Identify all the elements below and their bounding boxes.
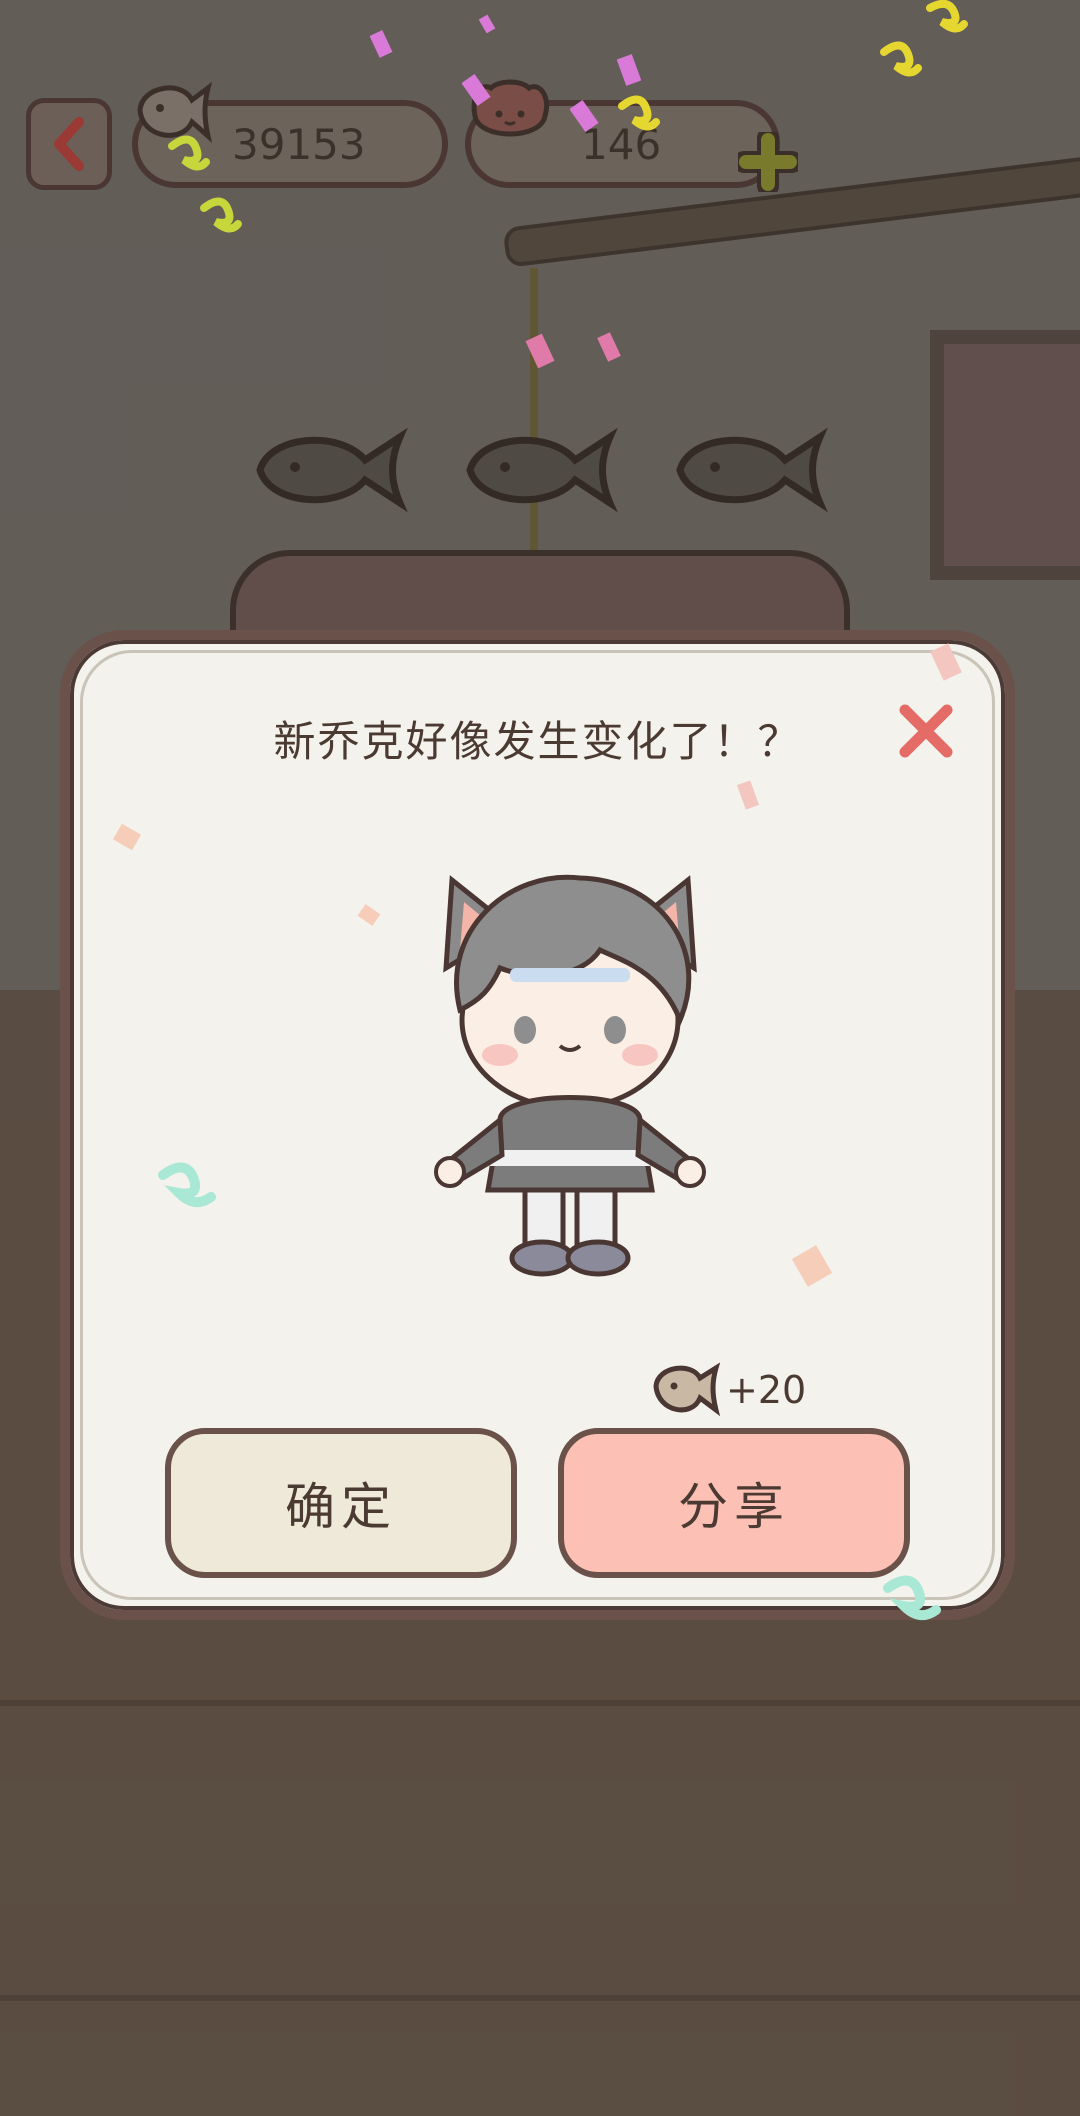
confetti-streamer: [618, 95, 660, 131]
back-button[interactable]: [26, 98, 112, 190]
confetti-streamer: [168, 135, 210, 171]
confetti-piece: [791, 1245, 833, 1287]
confetti-streamer: [926, 0, 968, 33]
confetti-piece: [112, 823, 142, 851]
confetti-streamer: [158, 1162, 216, 1208]
confirm-button[interactable]: 确定: [165, 1428, 517, 1578]
confetti-piece: [597, 332, 621, 362]
confetti-piece: [357, 904, 381, 926]
fish-reward-icon: [653, 1362, 720, 1417]
confetti-piece: [525, 333, 555, 369]
reward-amount: +20: [726, 1368, 807, 1412]
transformation-dialog: 新乔克好像发生变化了！？ +20 确定 分享: [60, 630, 1015, 1620]
confetti-piece: [616, 54, 642, 86]
chevron-left-icon: [54, 117, 84, 171]
confetti-piece: [370, 30, 393, 58]
confetti-streamer: [200, 197, 242, 233]
plus-icon[interactable]: [738, 132, 798, 192]
confetti-piece: [930, 643, 962, 681]
dialog-title: 新乔克好像发生变化了！？: [273, 717, 802, 766]
confetti-piece: [570, 99, 599, 133]
confetti-piece: [478, 14, 496, 34]
close-x-icon[interactable]: [897, 702, 955, 760]
confetti-streamer: [883, 1575, 941, 1621]
confetti-piece: [736, 780, 760, 810]
fish-count: 39153: [232, 120, 366, 169]
reward-row: +20: [650, 1355, 806, 1425]
share-button[interactable]: 分享: [558, 1428, 910, 1578]
cat-boy-character: [434, 874, 706, 1277]
confetti-piece: [462, 73, 491, 107]
confetti-streamer: [880, 41, 922, 77]
